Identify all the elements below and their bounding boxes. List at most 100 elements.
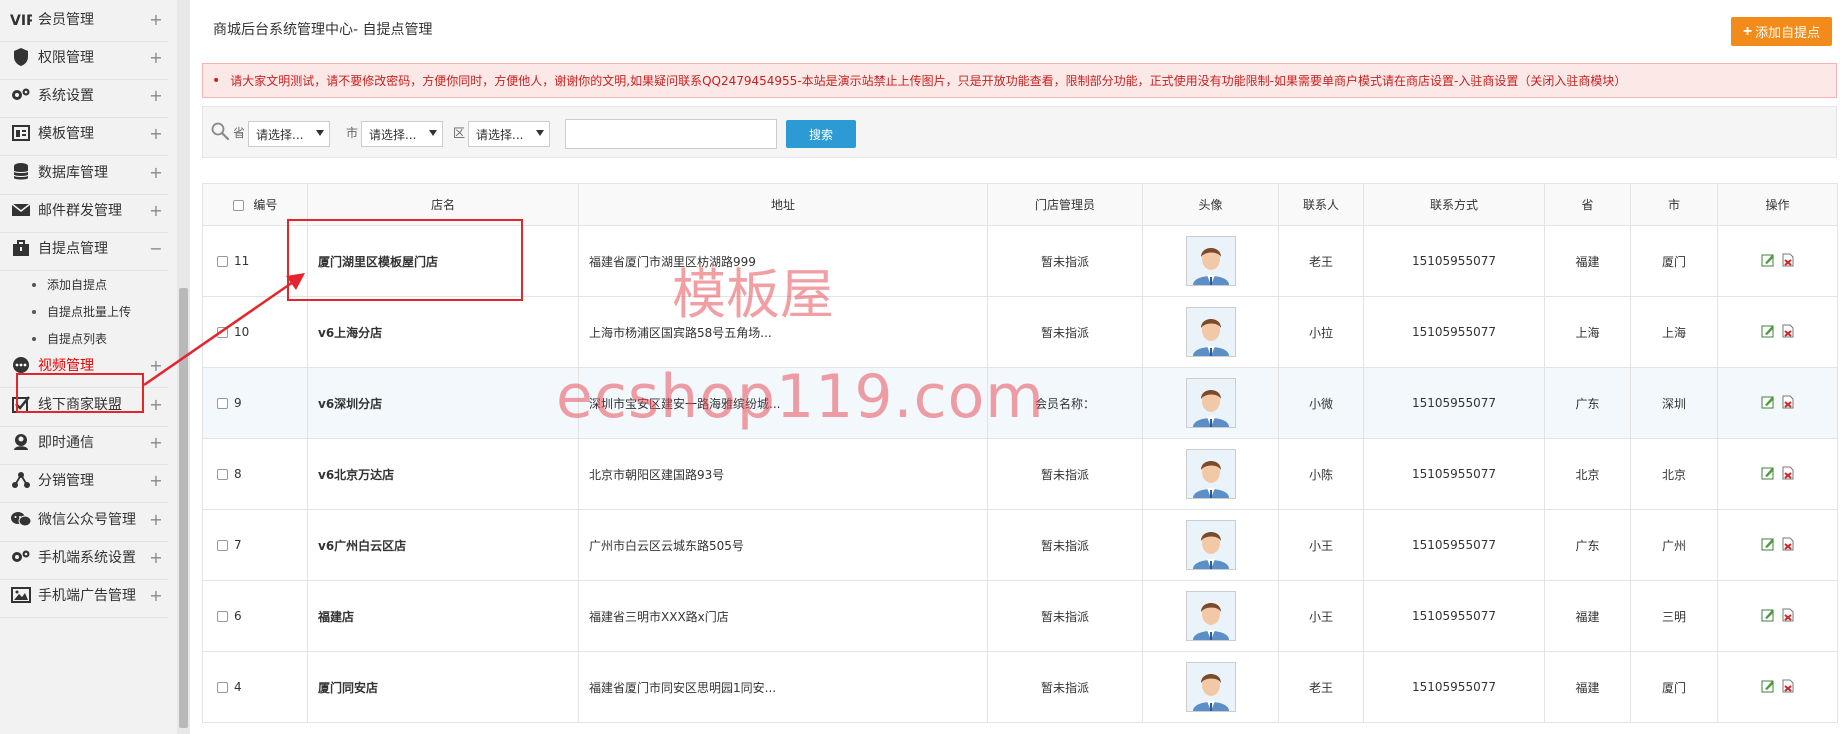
cell-admin: 会员名称： (987, 367, 1143, 439)
row-checkbox[interactable] (217, 327, 228, 338)
edit-icon[interactable] (1761, 537, 1775, 554)
expand-plus-icon[interactable]: + (148, 586, 164, 605)
district-select[interactable]: 请选择... (468, 121, 550, 147)
search-button[interactable]: 搜索 (786, 120, 856, 148)
cell-store-name: v6北京万达店 (307, 438, 579, 510)
expand-plus-icon[interactable]: + (148, 86, 164, 105)
cell-id: 11 (202, 225, 308, 297)
row-checkbox[interactable] (217, 540, 228, 551)
expand-plus-icon[interactable]: + (148, 471, 164, 490)
header-id: 编号 (202, 183, 308, 226)
cell-store-name: 厦门湖里区模板屋门店 (307, 225, 579, 297)
gears-icon (10, 84, 32, 106)
avatar (1185, 591, 1236, 641)
template-icon (10, 122, 32, 144)
expand-plus-icon[interactable]: + (148, 395, 164, 414)
expand-plus-icon[interactable]: + (148, 548, 164, 567)
sidebar-scrollbar[interactable] (177, 0, 190, 734)
row-checkbox[interactable] (217, 469, 228, 480)
sidebar-item-6[interactable]: 自提点管理 − (0, 226, 168, 271)
cell-admin: 暂未指派 (987, 509, 1143, 581)
expand-plus-icon[interactable]: + (148, 124, 164, 143)
chevron-down-icon (536, 130, 544, 136)
row-checkbox[interactable] (217, 256, 228, 267)
svg-text:VIP: VIP (10, 13, 32, 28)
delete-icon[interactable] (1781, 679, 1795, 696)
shield-icon (10, 46, 32, 68)
avatar (1185, 378, 1236, 428)
cell-province: 福建 (1544, 651, 1631, 723)
gears-icon (10, 546, 32, 568)
bullet-dot-icon (32, 282, 36, 287)
sidebar-item-label: 系统设置 (38, 88, 94, 104)
sidebar-item-13[interactable]: 手机端广告管理 + (0, 573, 168, 618)
delete-icon[interactable] (1781, 608, 1795, 625)
row-id: 8 (234, 467, 242, 481)
cell-province: 福建 (1544, 580, 1631, 652)
cell-address: 福建省厦门市同安区思明园1同安... (578, 651, 988, 723)
edit-icon[interactable] (1761, 466, 1775, 483)
row-checkbox[interactable] (217, 398, 228, 409)
delete-icon[interactable] (1781, 253, 1795, 270)
keyword-input[interactable] (565, 119, 777, 149)
cell-province: 福建 (1544, 225, 1631, 297)
cell-avatar (1142, 296, 1279, 368)
cell-id: 6 (202, 580, 308, 652)
cell-phone: 15105955077 (1363, 580, 1545, 652)
row-checkbox[interactable] (217, 682, 228, 693)
cell-contact: 小微 (1278, 367, 1364, 439)
sidebar-item-label: 数据库管理 (38, 165, 108, 181)
expand-plus-icon[interactable]: + (148, 356, 164, 375)
delete-icon[interactable] (1781, 537, 1795, 554)
cell-avatar (1142, 367, 1279, 439)
city-select[interactable]: 请选择... (361, 121, 443, 147)
add-pickup-point-label: 添加自提点 (1755, 25, 1821, 40)
edit-icon[interactable] (1761, 253, 1775, 270)
image-icon (10, 584, 32, 606)
expand-plus-icon[interactable]: + (148, 201, 164, 220)
collapse-minus-icon[interactable]: − (148, 239, 164, 258)
cell-store-name: v6深圳分店 (307, 367, 579, 439)
expand-plus-icon[interactable]: + (148, 48, 164, 67)
avatar (1185, 449, 1236, 499)
cell-address: 广州市白云区云城东路505号 (578, 509, 988, 581)
edit-icon[interactable] (1761, 679, 1775, 696)
avatar (1185, 662, 1236, 712)
delete-icon[interactable] (1781, 395, 1795, 412)
sidebar-subitem-2[interactable]: 自提点列表 (0, 323, 168, 354)
edit-icon[interactable] (1761, 608, 1775, 625)
search-icon (210, 121, 230, 145)
edit-icon[interactable] (1761, 395, 1775, 412)
header-id-label: 编号 (253, 198, 278, 212)
sidebar-subitem-label: 自提点列表 (47, 332, 108, 346)
delete-icon[interactable] (1781, 466, 1795, 483)
sidebar-item-label: 即时通信 (38, 435, 94, 451)
select-all-checkbox[interactable] (232, 200, 244, 211)
sidebar-item-label: 手机端广告管理 (38, 588, 136, 604)
cell-phone: 15105955077 (1363, 438, 1545, 510)
filter-bar: 省 请选择... 市 请选择... 区 请选择... 搜索 (202, 106, 1837, 158)
province-select[interactable]: 请选择... (248, 121, 330, 147)
table-row: 8 v6北京万达店 北京市朝阳区建国路93号 暂未指派 小陈 15105955077 北京北… (202, 438, 1838, 510)
notice-bullet: • (212, 72, 221, 89)
sidebar-item-label: 手机端系统设置 (38, 550, 136, 566)
add-pickup-point-button[interactable]: + 添加自提点 (1731, 17, 1832, 46)
expand-plus-icon[interactable]: + (148, 510, 164, 529)
edit-icon[interactable] (1761, 324, 1775, 341)
table-row: 11 厦门湖里区模板屋门店 福建省厦门市湖里区枋湖路999 暂未指派 老王 1510595… (202, 225, 1838, 297)
cell-admin: 暂未指派 (987, 296, 1143, 368)
row-id: 4 (234, 680, 242, 694)
expand-plus-icon[interactable]: + (148, 10, 164, 29)
cell-province: 北京 (1544, 438, 1631, 510)
table-row: 7 v6广州白云区店 广州市白云区云城东路505号 暂未指派 小王 15105955077… (202, 509, 1838, 581)
sidebar-item-label: 模板管理 (38, 126, 94, 142)
expand-plus-icon[interactable]: + (148, 433, 164, 452)
row-id: 11 (234, 254, 250, 268)
expand-plus-icon[interactable]: + (148, 163, 164, 182)
cell-admin: 暂未指派 (987, 651, 1143, 723)
cell-actions (1717, 225, 1838, 297)
delete-icon[interactable] (1781, 324, 1795, 341)
sidebar-scrollbar-thumb[interactable] (179, 288, 188, 728)
share-nodes-icon (10, 469, 32, 491)
row-checkbox[interactable] (217, 611, 228, 622)
